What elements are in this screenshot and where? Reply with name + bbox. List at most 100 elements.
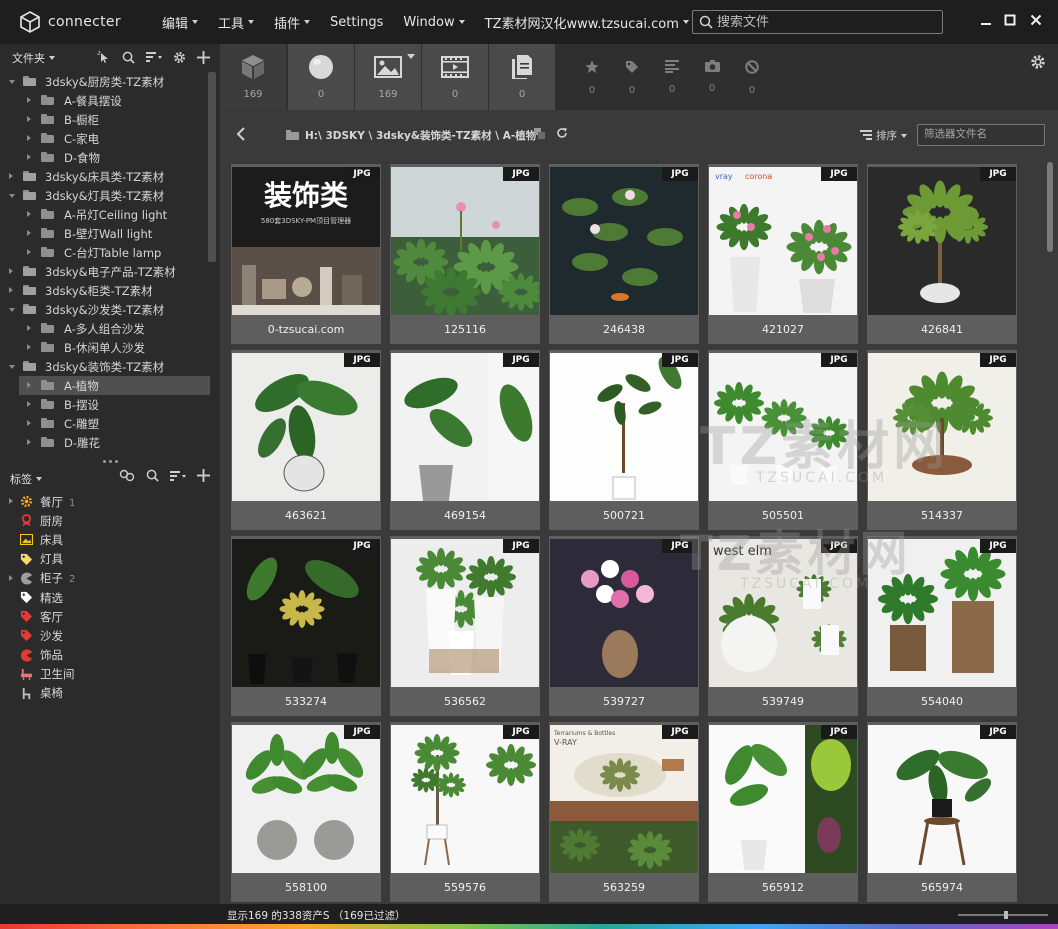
chevron-right-icon[interactable] [27, 211, 31, 217]
tag-item[interactable]: 灯具 [0, 550, 220, 569]
asset-card[interactable]: JPG 558100 [231, 722, 381, 902]
asset-thumbnail[interactable]: JPG [391, 539, 539, 687]
chevron-down-icon[interactable] [407, 54, 415, 59]
menu-item-1[interactable]: 工具 [218, 13, 255, 32]
tag-item[interactable]: 厨房 [0, 511, 220, 530]
chevron-right-icon[interactable] [9, 498, 13, 504]
folder-item[interactable]: A-吊灯Ceiling light [0, 205, 210, 224]
folder-item[interactable]: B-橱柜 [0, 110, 210, 129]
chevron-right-icon[interactable] [27, 325, 31, 331]
view-settings-button[interactable] [1030, 54, 1046, 73]
asset-card[interactable]: JPG 125116 [390, 164, 540, 344]
asset-thumbnail[interactable]: vray corona JPG [709, 167, 857, 315]
search-input[interactable] [717, 14, 937, 30]
chevron-right-icon[interactable] [9, 173, 13, 179]
asset-card[interactable]: JPG 565974 [867, 722, 1017, 902]
asset-thumbnail[interactable]: JPG [868, 167, 1016, 315]
asset-thumbnail[interactable]: JPG [232, 539, 380, 687]
chevron-right-icon[interactable] [27, 135, 31, 141]
asset-thumbnail[interactable]: west elm JPG [709, 539, 857, 687]
folder-item[interactable]: 3dsky&灯具类-TZ素材 [0, 186, 210, 205]
tag-item[interactable]: 床具 [0, 530, 220, 549]
asset-card[interactable]: JPG 463621 [231, 350, 381, 530]
menu-item-2[interactable]: 插件 [274, 13, 311, 32]
chevron-right-icon[interactable] [27, 382, 31, 388]
asset-card[interactable]: vray corona JPG 421027 [708, 164, 858, 344]
tag-item[interactable]: 餐厅 1 [0, 492, 220, 511]
menu-item-0[interactable]: 编辑 [162, 13, 199, 32]
asset-card[interactable]: JPG 505501 [708, 350, 858, 530]
folder-item[interactable]: A-多人组合沙发 [0, 319, 210, 338]
filter-star-button[interactable]: 0 [582, 60, 602, 96]
folder-item[interactable]: D-雕花 [0, 433, 210, 452]
folder-item[interactable]: 3dsky&床具类-TZ素材 [0, 167, 210, 186]
search-box[interactable] [692, 10, 943, 34]
folder-tree-scrollbar[interactable] [208, 72, 216, 262]
menu-item-5[interactable]: TZ素材网汉化www.tzsucai.com [485, 13, 689, 32]
folder-item[interactable]: 3dsky&柜类-TZ素材 [0, 281, 210, 300]
asset-card[interactable]: JPG 514337 [867, 350, 1017, 530]
tag-link-button[interactable] [119, 469, 135, 482]
chevron-down-icon[interactable] [9, 80, 15, 84]
filename-filter-input[interactable] [924, 128, 1044, 140]
asset-thumbnail[interactable]: JPG [232, 725, 380, 873]
asset-card[interactable]: JPG 246438 [549, 164, 699, 344]
tags-dropdown[interactable]: 标签 [10, 471, 42, 487]
folder-item[interactable]: D-食物 [0, 148, 210, 167]
folder-item[interactable]: C-雕塑 [0, 414, 210, 433]
asset-thumbnail[interactable]: JPG [232, 353, 380, 501]
add-tag-button[interactable] [197, 469, 210, 482]
folder-sort-button[interactable] [146, 51, 162, 63]
folder-item[interactable]: C-台灯Table lamp [0, 243, 210, 262]
asset-thumbnail[interactable]: JPG [868, 353, 1016, 501]
asset-card[interactable]: Terrariums & Bottles V-RAY JPG 563259 [549, 722, 699, 902]
chevron-right-icon[interactable] [27, 344, 31, 350]
chevron-right-icon[interactable] [27, 116, 31, 122]
thumbnail-size-slider[interactable] [958, 911, 1048, 919]
folder-search-button[interactable] [122, 51, 135, 64]
folder-item[interactable]: B-摆设 [0, 395, 210, 414]
chevron-right-icon[interactable] [27, 420, 31, 426]
chevron-down-icon[interactable] [9, 365, 15, 369]
asset-thumbnail[interactable]: JPG [868, 539, 1016, 687]
chevron-right-icon[interactable] [27, 401, 31, 407]
close-button[interactable] [1028, 12, 1044, 28]
folder-item[interactable]: 3dsky&电子产品-TZ素材 [0, 262, 210, 281]
folder-item[interactable]: 3dsky&厨房类-TZ素材 [0, 72, 210, 91]
chevron-down-icon[interactable] [9, 308, 15, 312]
asset-thumbnail[interactable]: JPG [391, 725, 539, 873]
asset-thumbnail[interactable]: Terrariums & Bottles V-RAY JPG [550, 725, 698, 873]
slider-handle[interactable] [1004, 911, 1008, 919]
asset-card[interactable]: JPG 559576 [390, 722, 540, 902]
asset-card[interactable]: west elm JPG 539749 [708, 536, 858, 716]
refresh-button[interactable] [556, 127, 568, 142]
filter-ban-button[interactable]: 0 [742, 60, 762, 96]
chevron-right-icon[interactable] [27, 230, 31, 236]
chevron-right-icon[interactable] [27, 439, 31, 445]
asset-thumbnail[interactable]: JPG [709, 725, 857, 873]
folder-item[interactable]: B-壁灯Wall light [0, 224, 210, 243]
filter-3d-model-button[interactable]: 169 [220, 44, 286, 110]
tag-item[interactable]: 桌椅 [0, 684, 220, 703]
grid-scrollbar[interactable] [1047, 162, 1053, 252]
filter-lines-button[interactable]: 0 [662, 60, 682, 95]
maximize-button[interactable] [1002, 12, 1018, 28]
tag-item[interactable]: 柜子 2 [0, 569, 220, 588]
asset-thumbnail[interactable]: JPG [391, 167, 539, 315]
folders-dropdown[interactable]: 文件夹 [12, 50, 55, 66]
filter-document-button[interactable]: 0 [489, 44, 555, 110]
tag-item[interactable]: 卫生间 [0, 665, 220, 684]
tag-item[interactable]: 沙发 [0, 626, 220, 645]
chevron-right-icon[interactable] [9, 287, 13, 293]
folder-item[interactable]: A-植物 [19, 376, 210, 395]
panel-splitter[interactable] [0, 456, 220, 466]
folder-item[interactable]: C-家电 [0, 129, 210, 148]
folder-settings-button[interactable] [173, 51, 186, 64]
sort-dropdown[interactable]: 排序 [860, 128, 907, 143]
filter-camera-button[interactable]: 0 [702, 60, 722, 94]
add-folder-button[interactable] [197, 50, 210, 64]
filter-image-button[interactable]: 169 [355, 44, 421, 110]
folder-item[interactable]: 3dsky&沙发类-TZ素材 [0, 300, 210, 319]
asset-thumbnail[interactable]: 装饰类 580套3DSKY-PM顶目管理器 JPG [232, 167, 380, 315]
menu-item-3[interactable]: Settings [330, 15, 383, 30]
